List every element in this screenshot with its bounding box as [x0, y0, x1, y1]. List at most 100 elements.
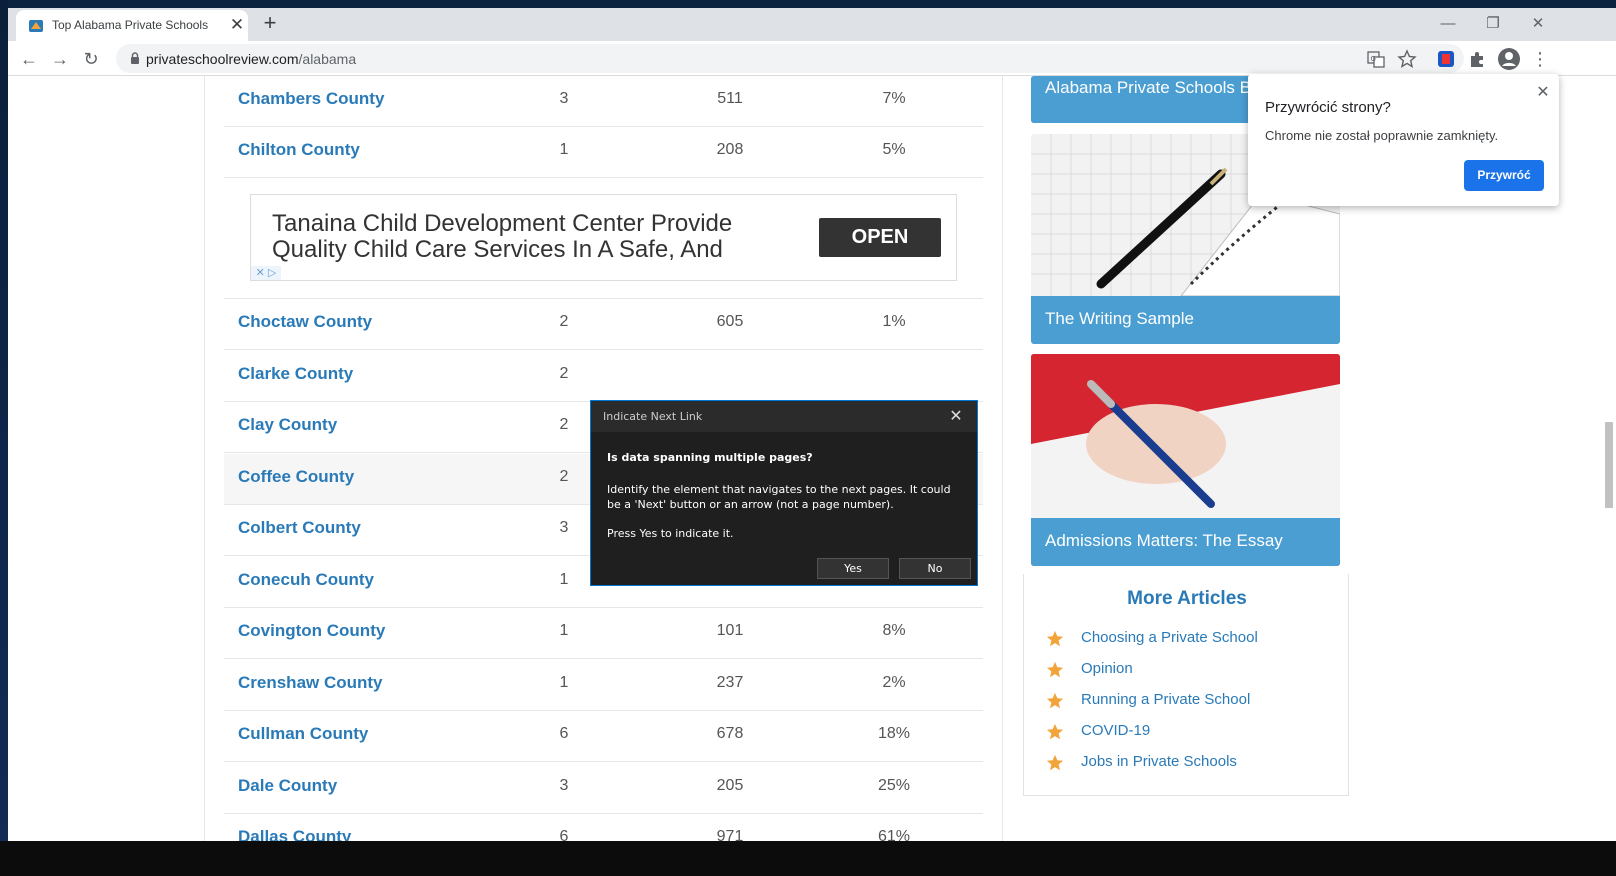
- table-row: Crenshaw County 1 237 2%: [224, 660, 983, 711]
- url-text: privateschoolreview.com/alabama: [146, 51, 356, 67]
- forward-icon[interactable]: →: [48, 47, 72, 71]
- reload-icon[interactable]: ↻: [79, 47, 103, 71]
- ad-choices-icon[interactable]: ✕ ▷: [251, 266, 281, 280]
- dialog-question: Is data spanning multiple pages?: [607, 451, 813, 464]
- column-divider: [1002, 76, 1003, 876]
- county-link[interactable]: Colbert County: [238, 518, 361, 538]
- back-icon[interactable]: ←: [17, 47, 41, 71]
- column-divider: [204, 76, 205, 876]
- new-tab-button[interactable]: +: [258, 12, 282, 36]
- cell-percent: 5%: [882, 141, 906, 158]
- cell-schools: 3: [559, 777, 569, 794]
- table-row: Chilton County 1 208 5%: [224, 127, 983, 178]
- cell-students: 205: [716, 777, 744, 794]
- cell-schools: 1: [559, 674, 569, 691]
- cell-percent: 25%: [877, 777, 911, 794]
- table-row: Covington County 1 101 8%: [224, 608, 983, 659]
- desktop-background: [0, 0, 8, 876]
- extension-icon[interactable]: [1436, 49, 1456, 69]
- close-window-button[interactable]: ✕: [1516, 12, 1560, 36]
- cell-students: 511: [717, 90, 743, 107]
- county-link[interactable]: Clay County: [238, 415, 337, 435]
- cell-percent: 1%: [882, 313, 906, 330]
- tab-bar: Top Alabama Private Schools (20 ✕ + — ❐ …: [8, 8, 1616, 41]
- more-articles-title: More Articles: [1127, 588, 1247, 609]
- close-icon[interactable]: ✕: [1534, 84, 1552, 102]
- county-link[interactable]: Crenshaw County: [238, 673, 383, 693]
- table-row: Cullman County 6 678 18%: [224, 711, 983, 762]
- article-link[interactable]: Opinion: [1081, 660, 1133, 677]
- article-link[interactable]: Jobs in Private Schools: [1081, 753, 1237, 770]
- popup-title: Przywrócić strony?: [1265, 99, 1391, 116]
- minimize-button[interactable]: —: [1426, 12, 1470, 36]
- yes-button[interactable]: Yes: [817, 558, 889, 579]
- county-link[interactable]: Cullman County: [238, 724, 368, 744]
- taskbar: [0, 841, 1616, 876]
- cell-schools: 2: [559, 468, 569, 485]
- cell-percent: 18%: [877, 725, 911, 742]
- table-row: Chambers County 3 511 7%: [224, 76, 983, 127]
- cell-percent: 8%: [882, 622, 906, 639]
- lock-icon: [131, 52, 139, 64]
- article-card-essay[interactable]: Admissions Matters: The Essay: [1031, 354, 1340, 566]
- ad-open-button[interactable]: OPEN: [819, 218, 941, 257]
- dialog-description: Identify the element that navigates to t…: [607, 483, 951, 511]
- cell-schools: 1: [559, 622, 569, 639]
- restore-pages-popup: Przywrócić strony? Chrome nie został pop…: [1248, 74, 1559, 206]
- favicon-icon: [29, 20, 43, 32]
- scrollbar-thumb[interactable]: [1605, 422, 1613, 508]
- page-scrollbar[interactable]: [1600, 76, 1616, 876]
- cell-students: 678: [716, 725, 744, 742]
- browser-window: Top Alabama Private Schools (20 ✕ + — ❐ …: [8, 8, 1616, 876]
- county-link[interactable]: Coffee County: [238, 467, 354, 487]
- browser-toolbar: ← → ↻ privateschoolreview.com/alabama G: [8, 41, 1616, 76]
- no-button[interactable]: No: [899, 558, 971, 579]
- county-link[interactable]: Chambers County: [238, 89, 384, 109]
- restore-button[interactable]: Przywróć: [1464, 160, 1544, 191]
- county-link[interactable]: Clarke County: [238, 364, 353, 384]
- tab-active[interactable]: Top Alabama Private Schools (20 ✕: [16, 10, 248, 41]
- article-link[interactable]: Choosing a Private School: [1081, 629, 1258, 646]
- ad-text: Tanaina Child Development Center Provide…: [272, 210, 733, 263]
- hand-writing-image: [1031, 354, 1340, 518]
- dialog-title: Indicate Next Link: [603, 410, 703, 423]
- cell-percent: 2%: [882, 674, 906, 691]
- table-row: Dale County 3 205 25%: [224, 763, 983, 814]
- star-icon: [1046, 754, 1064, 771]
- county-link[interactable]: Dale County: [238, 776, 337, 796]
- card-caption: Admissions Matters: The Essay: [1031, 518, 1340, 566]
- puzzle-icon[interactable]: [1467, 49, 1487, 69]
- cell-students: 208: [716, 141, 744, 158]
- cell-schools: 2: [559, 313, 569, 330]
- menu-icon[interactable]: ⋮: [1528, 47, 1552, 71]
- cell-students: 605: [716, 313, 744, 330]
- indicate-next-link-dialog: Indicate Next Link ✕ Is data spanning mu…: [590, 400, 978, 586]
- county-link[interactable]: Covington County: [238, 621, 385, 641]
- url-path: /alabama: [298, 51, 357, 67]
- star-icon: [1046, 692, 1064, 709]
- county-link[interactable]: Conecuh County: [238, 570, 374, 590]
- bookmark-star-icon[interactable]: [1397, 49, 1417, 69]
- article-link[interactable]: Running a Private School: [1081, 691, 1250, 708]
- tab-title: Top Alabama Private Schools (20: [52, 18, 212, 32]
- restore-window-button[interactable]: ❐: [1471, 12, 1515, 36]
- dialog-prompt: Press Yes to indicate it.: [607, 527, 734, 540]
- star-icon: [1046, 630, 1064, 647]
- tab-close-icon[interactable]: ✕: [228, 15, 246, 35]
- translate-icon[interactable]: G: [1366, 49, 1386, 69]
- cell-schools: 1: [559, 571, 569, 588]
- cell-schools: 3: [559, 519, 569, 536]
- county-link[interactable]: Chilton County: [238, 140, 360, 160]
- profile-icon[interactable]: [1497, 47, 1521, 71]
- cell-schools: 2: [559, 365, 569, 382]
- address-bar[interactable]: privateschoolreview.com/alabama: [116, 44, 1464, 73]
- dialog-header: Indicate Next Link ✕: [591, 401, 977, 432]
- table-row: Clarke County 2: [224, 351, 983, 402]
- advertisement[interactable]: Tanaina Child Development Center Provide…: [250, 194, 957, 281]
- svg-text:G: G: [1371, 55, 1376, 63]
- cell-schools: 1: [559, 141, 569, 158]
- county-link[interactable]: Choctaw County: [238, 312, 372, 332]
- close-icon[interactable]: ✕: [947, 407, 965, 425]
- url-host: privateschoolreview.com: [146, 51, 299, 67]
- article-link[interactable]: COVID-19: [1081, 722, 1150, 739]
